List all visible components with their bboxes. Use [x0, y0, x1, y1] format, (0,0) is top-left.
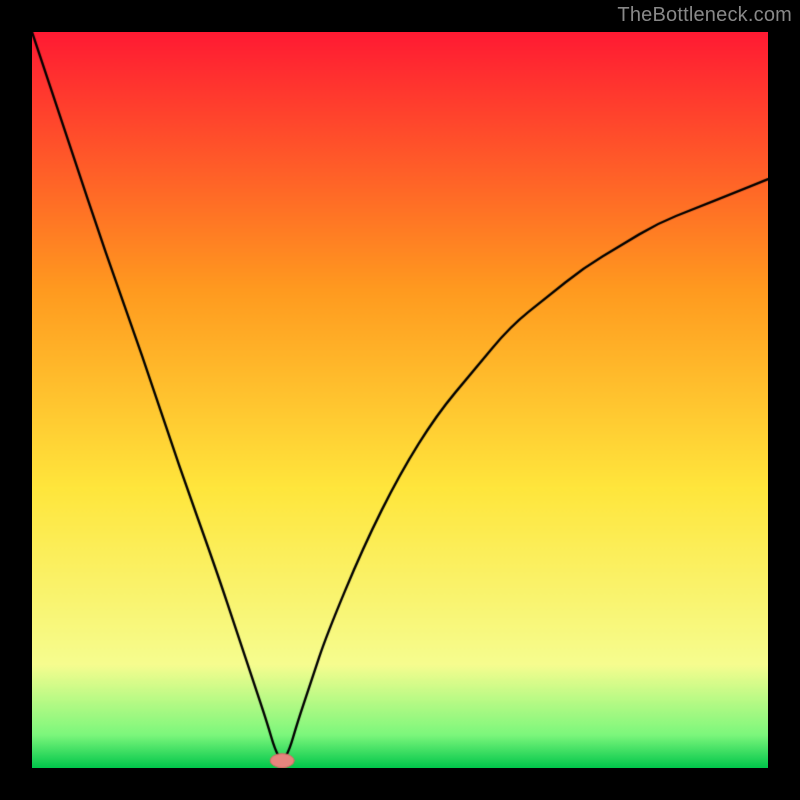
watermark-label: TheBottleneck.com	[617, 4, 792, 27]
chart-frame: TheBottleneck.com	[0, 0, 800, 800]
plot-area	[32, 32, 768, 768]
plot-canvas	[32, 32, 768, 768]
